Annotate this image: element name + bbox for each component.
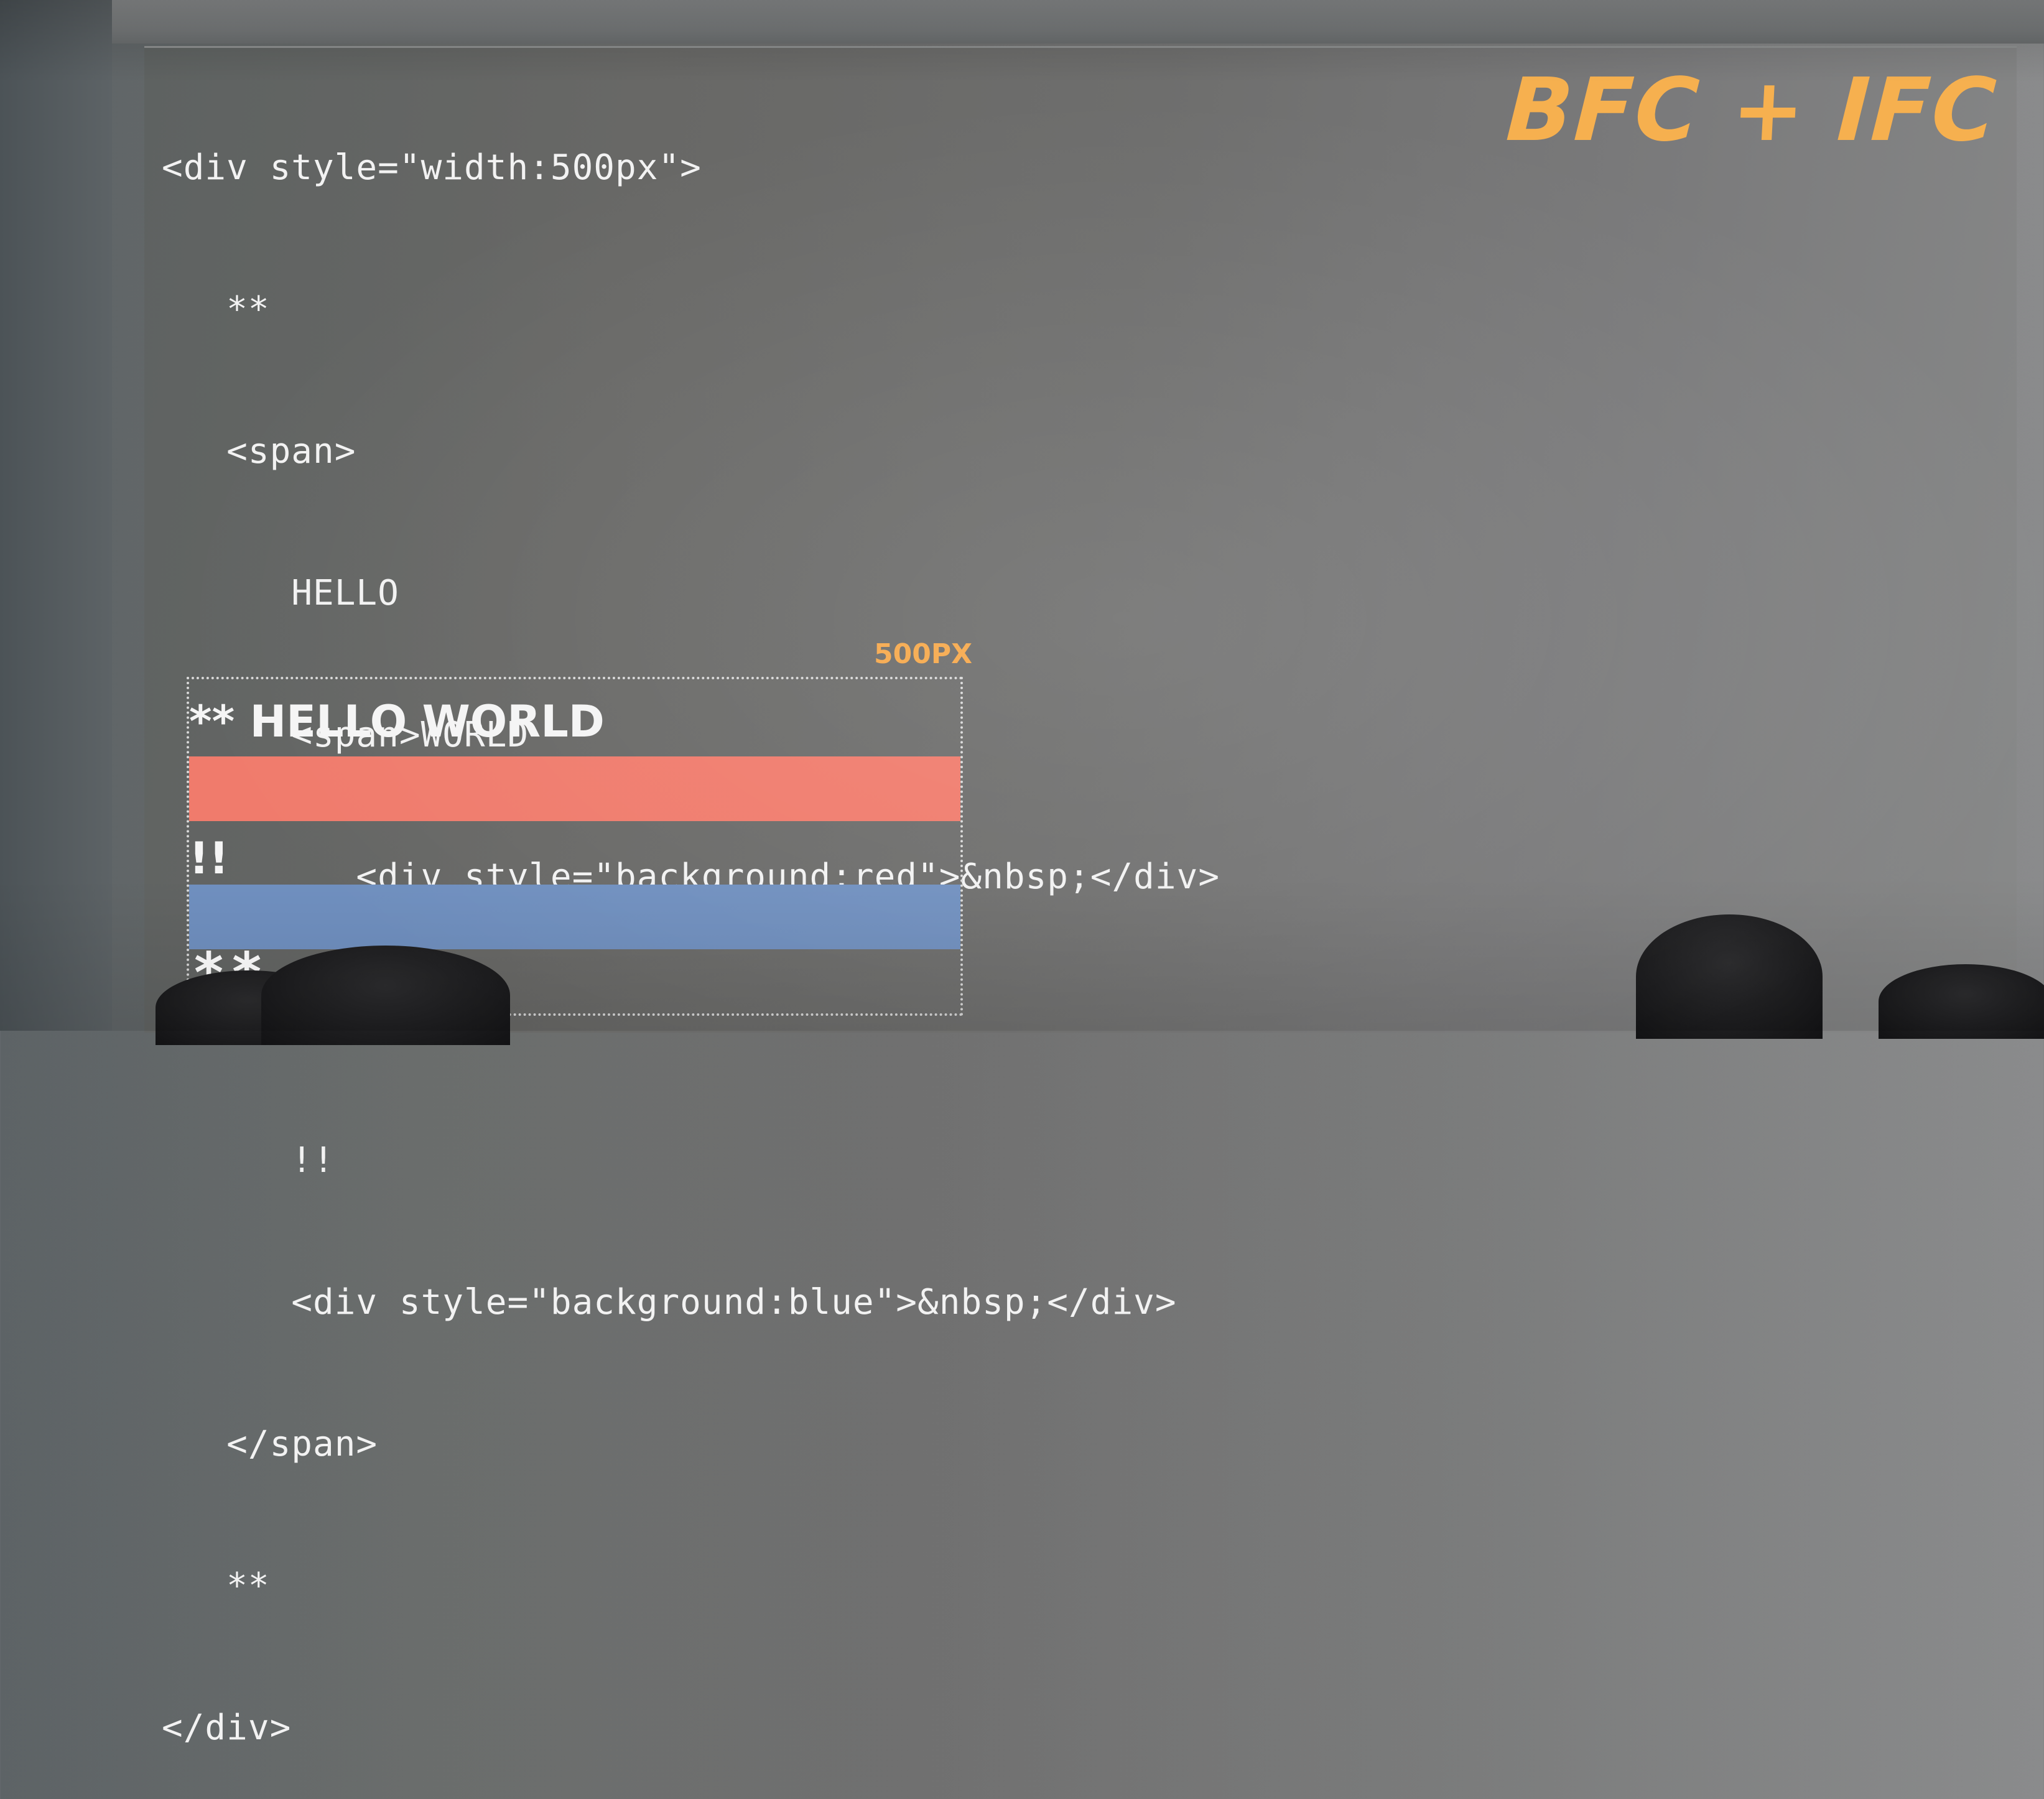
code-line: !! xyxy=(162,1140,335,1181)
ceiling-strip xyxy=(0,0,2044,44)
width-label: 500PX xyxy=(874,638,973,670)
audience-head xyxy=(261,946,510,1045)
code-line: <div style="width:500px"> xyxy=(162,147,702,188)
code-line: HELLO xyxy=(162,573,399,613)
code-line: ** xyxy=(162,1566,270,1606)
hello-world-text: ** HELLO WORLD xyxy=(189,696,605,747)
code-line: <span> xyxy=(162,431,356,472)
exclamation-text: !! xyxy=(189,833,229,884)
code-line: ** xyxy=(162,289,270,330)
blue-block xyxy=(189,885,960,949)
left-wall xyxy=(0,0,112,1031)
slide-title: BFC + IFC xyxy=(1503,60,2000,161)
code-line: <div style="background:blue">&nbsp;</div… xyxy=(162,1282,1177,1323)
code-line: </div> xyxy=(162,1708,292,1748)
audience-head xyxy=(1879,964,2044,1039)
code-line: </span> xyxy=(162,1424,378,1464)
red-block xyxy=(189,756,960,821)
audience-head xyxy=(1636,914,1823,1039)
